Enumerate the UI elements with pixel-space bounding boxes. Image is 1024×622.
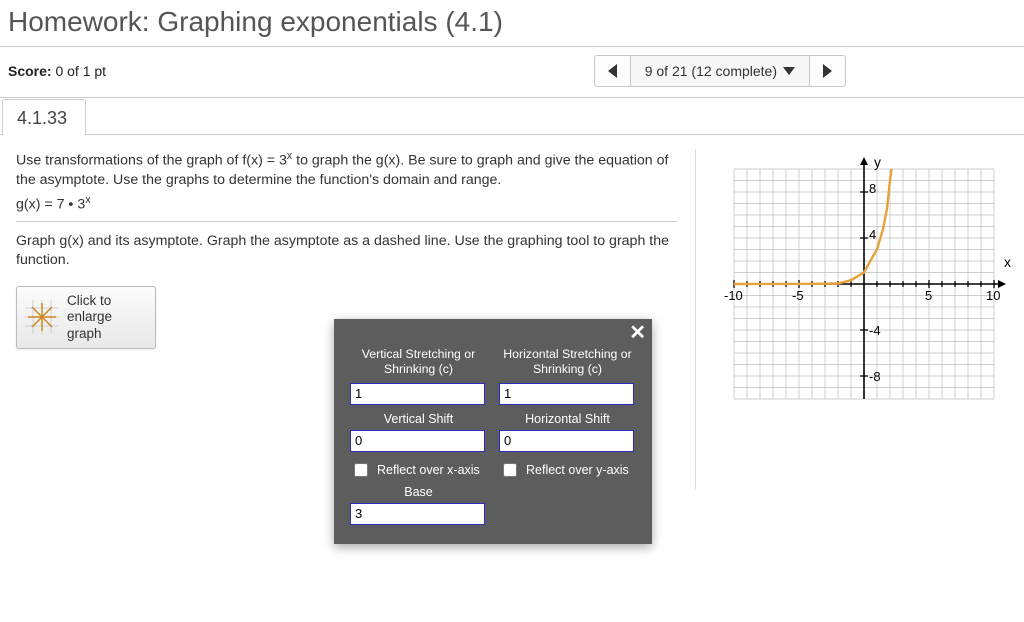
chevron-right-icon bbox=[823, 64, 832, 78]
vertical-stretch-input[interactable] bbox=[350, 383, 485, 405]
vertical-stretch-label: Vertical Stretching or Shrinking (c) bbox=[344, 345, 493, 382]
horizontal-shift-input[interactable] bbox=[499, 430, 634, 452]
y-axis-label: y bbox=[874, 154, 881, 170]
enlarge-graph-button[interactable]: Click to enlarge graph bbox=[16, 286, 156, 349]
problem-column: Use transformations of the graph of f(x)… bbox=[16, 149, 696, 489]
question-nav: 9 of 21 (12 complete) bbox=[594, 55, 846, 87]
score-prefix: Score: bbox=[8, 63, 52, 79]
y-tick-neg8: -8 bbox=[869, 369, 881, 384]
x-tick-neg5: -5 bbox=[792, 288, 804, 303]
prev-button[interactable] bbox=[595, 56, 631, 86]
chevron-left-icon bbox=[608, 64, 617, 78]
y-tick-neg4: -4 bbox=[869, 323, 881, 338]
problem-text: Use transformations of the graph of f(x)… bbox=[16, 149, 677, 190]
x-tick-10: 10 bbox=[986, 288, 1000, 303]
progress-text: 9 of 21 (12 complete) bbox=[645, 63, 777, 79]
top-bar: Score: 0 of 1 pt 9 of 21 (12 complete) bbox=[0, 47, 1024, 98]
horizontal-stretch-label: Horizontal Stretching or Shrinking (c) bbox=[493, 345, 642, 382]
y-tick-4: 4 bbox=[869, 227, 876, 242]
vertical-shift-label: Vertical Shift bbox=[344, 410, 493, 429]
chevron-down-icon bbox=[783, 67, 795, 75]
score-value: 0 of 1 pt bbox=[55, 63, 106, 79]
equation-gx: g(x) = 7 • 3x bbox=[16, 194, 677, 213]
base-input[interactable] bbox=[350, 503, 485, 525]
score-label: Score: 0 of 1 pt bbox=[8, 63, 106, 79]
base-label: Base bbox=[344, 483, 493, 502]
graph-icon bbox=[25, 300, 59, 334]
x-axis-label: x bbox=[1004, 254, 1011, 270]
reflect-x-checkbox[interactable] bbox=[354, 463, 368, 477]
horizontal-shift-label: Horizontal Shift bbox=[493, 410, 642, 429]
reflect-y-checkbox[interactable] bbox=[503, 463, 517, 477]
transformation-panel: ✕ Vertical Stretching or Shrinking (c) H… bbox=[334, 319, 652, 544]
content-area: Use transformations of the graph of f(x)… bbox=[0, 135, 1024, 499]
progress-dropdown[interactable]: 9 of 21 (12 complete) bbox=[631, 56, 809, 86]
reflect-y-label: Reflect over y-axis bbox=[526, 463, 629, 477]
reflect-x-label: Reflect over x-axis bbox=[377, 463, 480, 477]
graph-column: y x 8 4 -4 -8 -10 -5 5 10 bbox=[696, 149, 1006, 489]
graph-plot[interactable]: y x 8 4 -4 -8 -10 -5 5 10 bbox=[714, 149, 1014, 419]
page-title: Homework: Graphing exponentials (4.1) bbox=[0, 0, 1024, 47]
graph-instruction: Graph g(x) and its asymptote. Graph the … bbox=[16, 232, 677, 270]
close-icon[interactable]: ✕ bbox=[629, 323, 646, 343]
question-number-tab[interactable]: 4.1.33 bbox=[2, 99, 86, 135]
x-tick-5: 5 bbox=[925, 288, 932, 303]
next-button[interactable] bbox=[809, 56, 845, 86]
divider bbox=[16, 221, 677, 222]
horizontal-stretch-input[interactable] bbox=[499, 383, 634, 405]
vertical-shift-input[interactable] bbox=[350, 430, 485, 452]
x-tick-neg10: -10 bbox=[724, 288, 743, 303]
y-tick-8: 8 bbox=[869, 181, 876, 196]
enlarge-label: Click to enlarge graph bbox=[67, 293, 112, 342]
